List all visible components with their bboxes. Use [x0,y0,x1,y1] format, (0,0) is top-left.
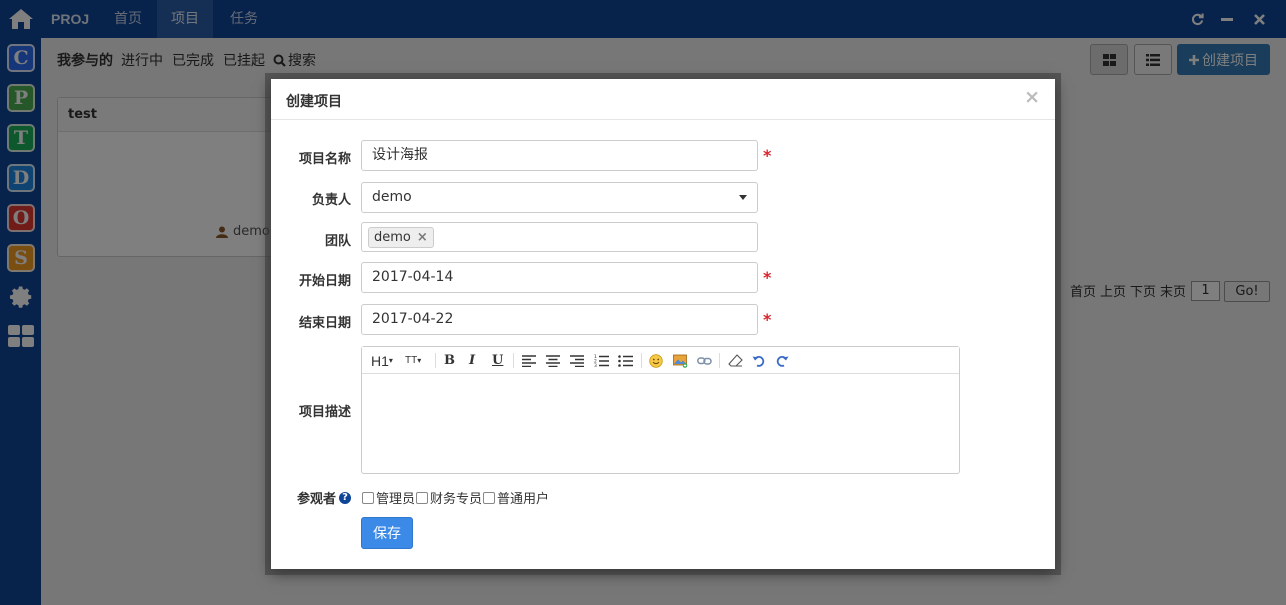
toolbar-divider [641,353,642,368]
end-date-label: 结束日期 [298,316,351,331]
ordered-list-icon: 123 [594,354,609,367]
viewer-user-checkbox[interactable] [483,491,496,504]
viewer-user-label: 普通用户 [497,492,550,507]
viewers-options: 管理员 财务专员 普通用户 [361,488,549,507]
viewers-label-text: 参观者 [296,492,336,507]
create-project-dialog: 创建项目 × 项目名称 设计海报 * 负责人 demo 团队 demo × 开始… [271,79,1055,569]
toolbar-divider [513,353,514,368]
svg-text:3: 3 [594,363,597,367]
end-date-input[interactable]: 2017-04-22 [361,304,758,335]
start-date-required-mark: * [763,268,772,287]
ordered-list-button[interactable]: 123 [594,352,609,369]
eraser-icon [728,354,743,367]
insert-link-button[interactable] [697,352,712,369]
chevron-down-icon [739,195,747,200]
start-date-input[interactable]: 2017-04-14 [361,262,758,293]
unordered-list-icon [618,355,633,367]
align-left-button[interactable] [522,352,536,369]
team-tag: demo × [368,227,434,248]
description-label: 项目描述 [298,405,351,420]
dropdown-caret-icon: ▾ [388,356,393,365]
owner-select[interactable]: demo [361,182,758,213]
viewers-label: 参观者 ? [271,488,351,507]
align-center-icon [546,354,560,367]
toolbar-divider [435,353,436,368]
project-name-label: 项目名称 [298,152,351,167]
editor-toolbar: H1 ▾ TT ▾ B I U 123 [362,347,959,374]
align-right-button[interactable] [570,352,584,369]
viewer-admin-checkbox[interactable] [362,491,374,504]
viewer-finance-label: 财务专员 [430,492,483,507]
italic-button[interactable]: I [469,352,475,369]
align-right-icon [570,354,584,367]
undo-icon [752,356,765,367]
link-icon [697,356,712,365]
viewer-finance-checkbox[interactable] [416,491,429,504]
owner-selected-value: demo [372,189,412,205]
redo-button[interactable] [776,352,789,369]
owner-label: 负责人 [311,193,351,208]
start-date-label: 开始日期 [298,274,351,289]
end-date-required-mark: * [763,310,772,329]
insert-image-button[interactable] [673,352,688,369]
heading-label: H1 [371,352,389,369]
bold-button[interactable]: B [444,352,455,369]
project-name-required-mark: * [763,146,772,165]
redo-icon [776,356,789,367]
clear-format-button[interactable] [728,352,743,369]
font-size-label: TT [405,355,418,366]
help-icon[interactable]: ? [339,491,351,504]
dropdown-caret-icon: ▾ [417,356,422,365]
heading-button[interactable]: H1 ▾ [371,352,393,369]
unordered-list-button[interactable] [618,352,633,369]
viewer-admin-label: 管理员 [376,492,416,507]
align-center-button[interactable] [546,352,560,369]
toolbar-divider [719,353,720,368]
font-size-button[interactable]: TT ▾ [405,352,421,369]
dialog-header: 创建项目 × [271,79,1055,120]
description-editor: H1 ▾ TT ▾ B I U 123 [361,346,960,474]
team-tag-label: demo [374,230,411,245]
project-name-input[interactable]: 设计海报 [361,140,758,171]
tag-remove-icon[interactable]: × [417,228,428,247]
dialog-close-button[interactable]: × [1024,86,1040,108]
save-button[interactable]: 保存 [361,517,413,549]
emoji-icon [649,353,663,368]
dialog-title: 创建项目 [286,94,342,110]
align-left-icon [522,354,536,367]
undo-button[interactable] [752,352,765,369]
emoji-button[interactable] [649,352,663,369]
image-icon [673,354,688,368]
description-content-area[interactable] [362,374,959,473]
team-label: 团队 [324,234,351,249]
underline-button[interactable]: U [492,352,503,369]
team-multiselect[interactable]: demo × [361,222,758,252]
